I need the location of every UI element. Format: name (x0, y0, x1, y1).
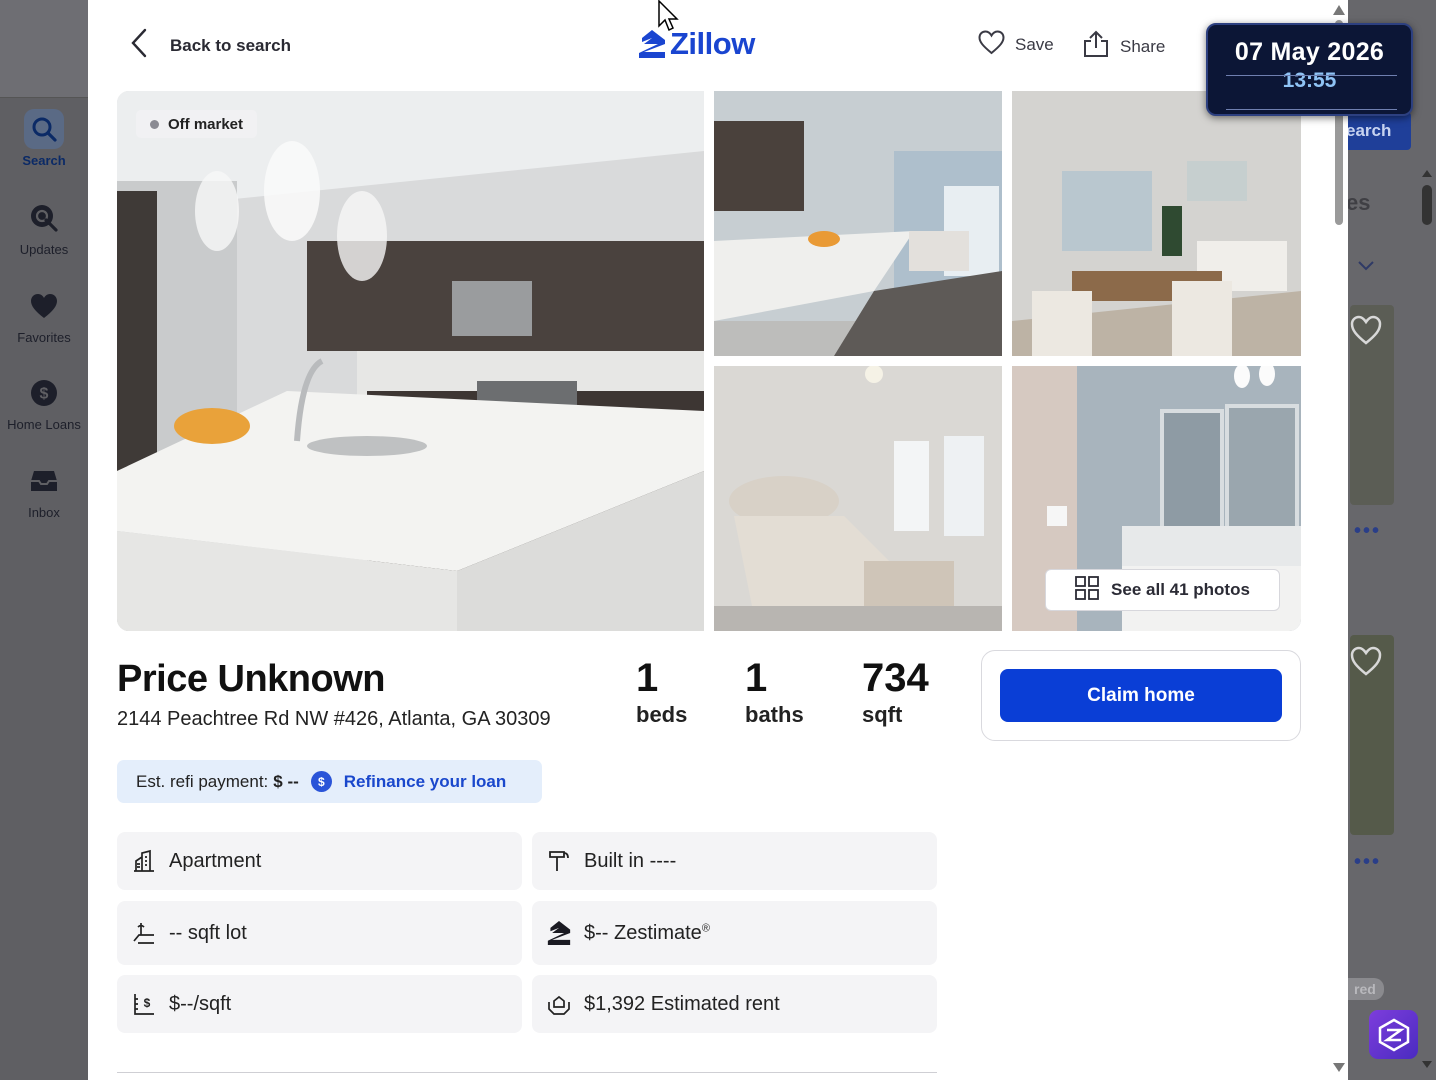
modal-scrollbar[interactable] (1330, 0, 1348, 1080)
status-dot-icon (150, 119, 159, 129)
fact-year-built-text: Built in ---- (584, 849, 677, 872)
inbox-icon (24, 461, 64, 501)
search-icon (24, 109, 64, 149)
hands-house-icon (546, 991, 572, 1017)
svg-text:$: $ (144, 996, 151, 1010)
updates-icon (24, 198, 64, 238)
baths-value: 1 (745, 656, 768, 700)
grid-icon (1075, 575, 1099, 605)
sqft-label: sqft (862, 702, 903, 727)
baths-label: baths (745, 702, 804, 727)
photo-dining[interactable] (1012, 91, 1301, 356)
fact-estimated-rent-text: $1,392 Estimated rent (584, 992, 780, 1015)
sidebar-item-search[interactable]: Search (0, 109, 88, 168)
background-badge: red (1348, 978, 1384, 1000)
fact-zestimate: $-- Zestimate® (532, 901, 937, 965)
building-icon (131, 848, 157, 874)
refi-label: Est. refi payment: (136, 771, 269, 791)
more-options-icon: ••• (1354, 851, 1382, 873)
fact-estimated-rent: $1,392 Estimated rent (532, 975, 937, 1033)
photo-bedroom[interactable] (714, 366, 1002, 631)
beds-label: beds (636, 702, 688, 727)
heart-outline-icon (1350, 315, 1382, 347)
background-heading: es (1346, 190, 1371, 215)
share-button[interactable]: Share (1082, 30, 1165, 63)
refi-payment-banner: Est. refi payment: $ -- $ Refinance your… (117, 760, 542, 803)
refinance-link[interactable]: Refinance your loan (344, 772, 506, 792)
back-to-search-button[interactable]: Back to search (130, 28, 291, 63)
sidebar-item-label: Home Loans (7, 417, 81, 432)
background-search-button: earch (1340, 112, 1411, 150)
listing-address: 2144 Peachtree Rd NW #426, Atlanta, GA 3… (117, 708, 551, 730)
listing-price: Price Unknown (117, 658, 386, 700)
modal-header: Back to search Zillow Save Share (88, 0, 1348, 90)
sqft-stat: 734 sqft (862, 656, 929, 728)
assistant-app-icon[interactable] (1369, 1010, 1418, 1059)
sidebar-item-updates[interactable]: Updates (0, 198, 88, 257)
share-label: Share (1120, 36, 1166, 56)
refi-value: $ -- (273, 771, 299, 791)
chevron-down-icon (1358, 258, 1374, 276)
hammer-icon (546, 848, 572, 874)
heart-icon (24, 286, 64, 326)
beds-stat: 1 beds (636, 656, 687, 728)
background-scrollbar[interactable] (1418, 165, 1436, 1080)
photo-kitchen-main[interactable] (117, 91, 704, 631)
date-text: 07 May 2026 (1234, 38, 1385, 66)
listing-modal: Back to search Zillow Save Share Off mar… (88, 0, 1348, 1080)
ruler-dollar-icon: $ (131, 991, 157, 1017)
zillow-logo[interactable]: Zillow (638, 26, 755, 62)
claim-home-button[interactable]: Claim home (1000, 669, 1282, 722)
share-icon (1082, 30, 1110, 63)
sidebar-item-label: Favorites (17, 330, 71, 345)
datetime-divider (1226, 75, 1397, 76)
sidebar-item-label: Inbox (28, 505, 60, 520)
mouse-cursor-icon (657, 0, 681, 39)
see-all-photos-button[interactable]: See all 41 photos (1045, 569, 1280, 611)
beds-value: 1 (636, 656, 659, 700)
claim-home-card: Claim home (981, 650, 1301, 741)
fact-price-per-sqft-text: $--/sqft (169, 992, 232, 1015)
off-market-badge: Off market (136, 110, 258, 138)
datetime-widget: 07 May 2026 13:55 (1206, 23, 1413, 116)
back-label: Back to search (170, 35, 291, 55)
save-button[interactable]: Save (978, 30, 1054, 60)
heart-outline-icon (1350, 646, 1382, 678)
time-text: 13:55 (1282, 69, 1337, 92)
fact-zestimate-text: $-- Zestimate® (584, 921, 710, 944)
registered-mark: ® (701, 921, 710, 934)
fact-lot-size-text: -- sqft lot (169, 921, 247, 944)
app-topbar (0, 0, 88, 98)
sidebar-item-label: Search (22, 153, 66, 168)
zillow-logo-icon (546, 920, 572, 946)
app-sidebar: Search Updates Favorites $ Home Loans In… (0, 0, 88, 1080)
sidebar-item-home-loans[interactable]: $ Home Loans (0, 373, 88, 432)
sidebar-item-label: Updates (19, 242, 69, 257)
baths-stat: 1 baths (745, 656, 804, 728)
sidebar-item-favorites[interactable]: Favorites (0, 286, 88, 345)
fact-year-built: Built in ---- (532, 832, 937, 890)
fact-price-per-sqft: $ $--/sqft (117, 975, 522, 1033)
logo-text: Zillow (670, 26, 755, 61)
status-badge-label: Off market (168, 115, 244, 133)
datetime-divider (1226, 109, 1397, 110)
photo-kitchen-living[interactable] (714, 91, 1002, 356)
lot-icon (131, 920, 157, 946)
more-options-icon: ••• (1354, 520, 1382, 542)
chevron-left-icon (130, 28, 148, 63)
dollar-icon: $ (310, 771, 332, 792)
svg-text:$: $ (40, 386, 49, 403)
fact-home-type-text: Apartment (169, 849, 262, 872)
fact-home-type: Apartment (117, 832, 522, 890)
see-all-photos-label: See all 41 photos (1111, 580, 1250, 599)
dollar-icon: $ (24, 373, 64, 413)
heart-outline-icon (978, 30, 1005, 60)
fact-lot-size: -- sqft lot (117, 901, 522, 965)
save-label: Save (1015, 35, 1054, 54)
sqft-value: 734 (862, 656, 929, 700)
sidebar-item-inbox[interactable]: Inbox (0, 461, 88, 520)
section-divider (117, 1072, 937, 1073)
